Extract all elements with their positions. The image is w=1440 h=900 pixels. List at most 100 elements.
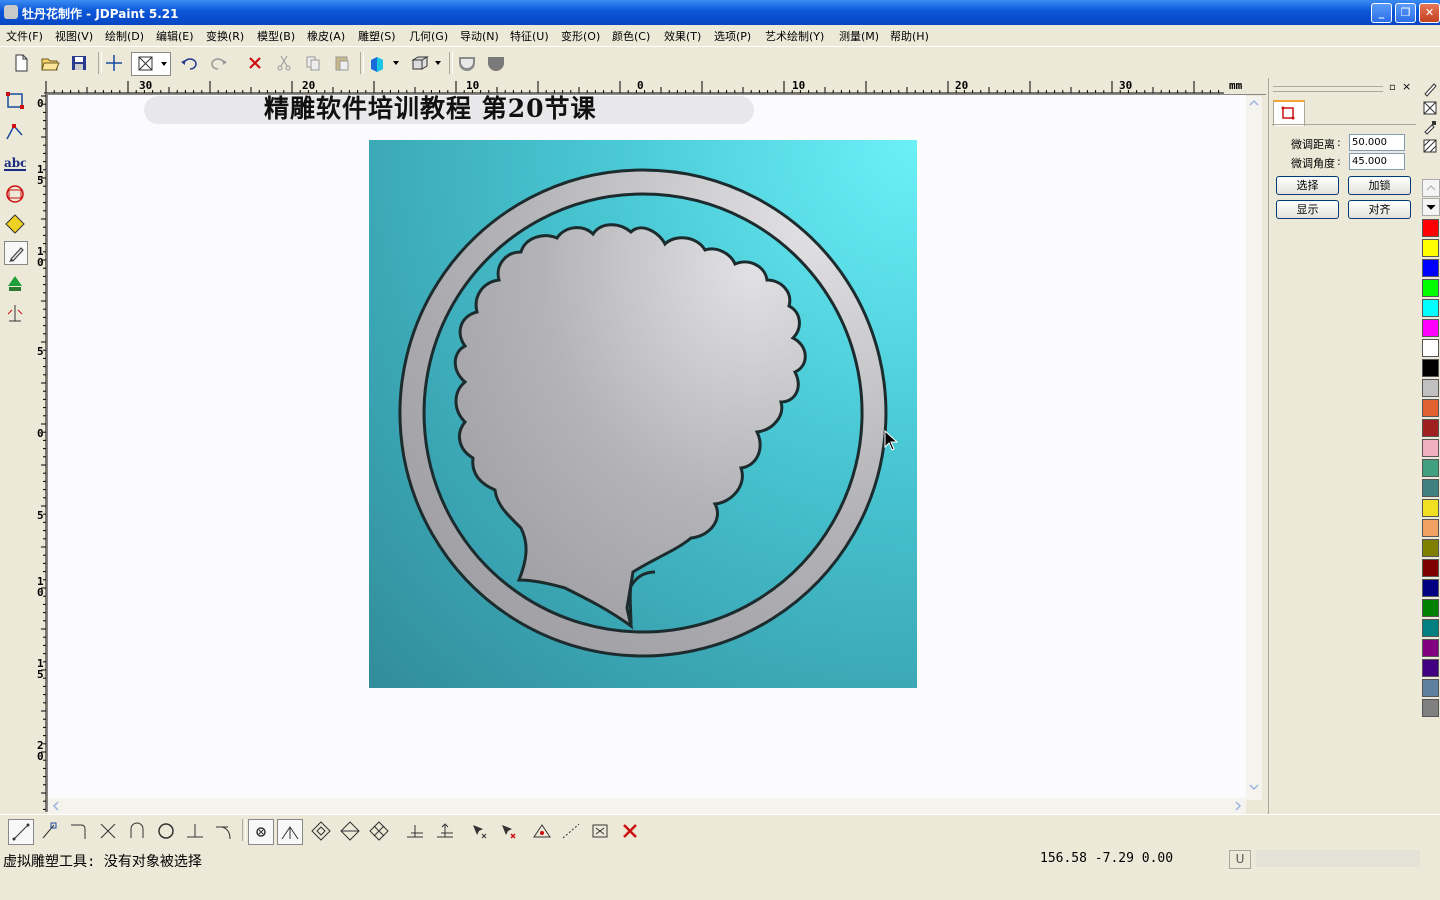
color-swatch[interactable] bbox=[1422, 379, 1439, 397]
pattern-fill-icon[interactable] bbox=[1422, 138, 1438, 154]
palette-scroll-up-icon[interactable] bbox=[1422, 179, 1440, 197]
panel-tab-sculpt[interactable] bbox=[1273, 100, 1305, 126]
relief-preview-image[interactable] bbox=[369, 140, 917, 688]
menu-effect[interactable]: 效果(T) bbox=[664, 28, 701, 44]
pick-remove-icon[interactable] bbox=[496, 819, 520, 843]
pick-add-icon[interactable] bbox=[467, 819, 491, 843]
snap-tangent-icon[interactable] bbox=[212, 819, 236, 843]
snap-extend-icon[interactable] bbox=[559, 819, 583, 843]
snap-diamond-3-icon[interactable] bbox=[367, 819, 391, 843]
cut-icon[interactable] bbox=[273, 52, 295, 74]
redo-icon[interactable] bbox=[208, 52, 230, 74]
color-swatch[interactable] bbox=[1422, 459, 1439, 477]
sculpt-diamond-icon[interactable] bbox=[4, 213, 26, 235]
measure-tool-icon[interactable] bbox=[4, 302, 26, 324]
snap-arc-icon[interactable] bbox=[125, 819, 149, 843]
snap-corner-icon[interactable] bbox=[66, 819, 90, 843]
box-select-icon[interactable] bbox=[131, 52, 171, 76]
menu-view[interactable]: 视图(V) bbox=[55, 28, 93, 44]
color-swatch[interactable] bbox=[1422, 279, 1439, 297]
save-icon[interactable] bbox=[68, 52, 90, 74]
snap-perpendicular-icon[interactable] bbox=[183, 819, 207, 843]
undo-icon[interactable] bbox=[178, 52, 200, 74]
menu-options[interactable]: 选项(P) bbox=[714, 28, 751, 44]
shade-icon[interactable] bbox=[367, 52, 401, 74]
close-button[interactable]: ✕ bbox=[1419, 3, 1440, 23]
minimize-button[interactable]: _ bbox=[1371, 3, 1392, 23]
node-edit-icon[interactable] bbox=[4, 121, 26, 143]
snap-clear-icon[interactable] bbox=[618, 819, 642, 843]
snap-line-icon[interactable] bbox=[8, 819, 34, 845]
menu-art-draw[interactable]: 艺术绘制(Y) bbox=[765, 28, 824, 44]
color-swatch[interactable] bbox=[1422, 659, 1439, 677]
color-swatch[interactable] bbox=[1422, 239, 1439, 257]
color-swatch[interactable] bbox=[1422, 439, 1439, 457]
text-tool-icon[interactable]: abc bbox=[4, 152, 27, 174]
menu-deform[interactable]: 变形(O) bbox=[561, 28, 600, 44]
menu-draw[interactable]: 绘制(D) bbox=[105, 28, 144, 44]
lock-button[interactable]: 加锁 bbox=[1348, 176, 1411, 195]
snap-grid-icon[interactable] bbox=[530, 819, 554, 843]
select-rect-icon[interactable] bbox=[4, 90, 26, 112]
menu-color[interactable]: 颜色(C) bbox=[612, 28, 650, 44]
fine-distance-input[interactable]: 50.000 bbox=[1349, 134, 1405, 151]
menu-file[interactable]: 文件(F) bbox=[6, 28, 43, 44]
snap-diamond-1-icon[interactable] bbox=[309, 819, 333, 843]
copy-icon[interactable] bbox=[302, 52, 324, 74]
menu-sculpt[interactable]: 雕塑(S) bbox=[358, 28, 396, 44]
panel-grip[interactable] bbox=[1273, 86, 1383, 92]
menu-eraser[interactable]: 橡皮(A) bbox=[307, 28, 345, 44]
snap-diamond-2-icon[interactable] bbox=[338, 819, 362, 843]
snap-center-icon[interactable] bbox=[248, 819, 274, 845]
snap-intersection-icon[interactable] bbox=[96, 819, 120, 843]
app-icon[interactable] bbox=[4, 5, 18, 19]
menu-measure[interactable]: 测量(M) bbox=[839, 28, 879, 44]
color-swatch[interactable] bbox=[1422, 539, 1439, 557]
restore-button[interactable]: ❐ bbox=[1395, 3, 1416, 23]
snap-endpoint-icon[interactable] bbox=[38, 819, 62, 843]
color-swatch[interactable] bbox=[1422, 479, 1439, 497]
snap-layer-2-icon[interactable] bbox=[433, 819, 457, 843]
no-color-icon[interactable] bbox=[1422, 100, 1438, 116]
menu-edit[interactable]: 编辑(E) bbox=[156, 28, 194, 44]
color-swatch[interactable] bbox=[1422, 599, 1439, 617]
menu-feature[interactable]: 特征(U) bbox=[510, 28, 549, 44]
shape-tool-icon[interactable] bbox=[4, 183, 26, 205]
menu-model[interactable]: 模型(B) bbox=[257, 28, 295, 44]
fine-angle-input[interactable]: 45.000 bbox=[1349, 153, 1405, 170]
shield-left-icon[interactable] bbox=[456, 52, 478, 74]
snap-layer-1-icon[interactable] bbox=[403, 819, 427, 843]
color-swatch[interactable] bbox=[1422, 639, 1439, 657]
new-icon[interactable] bbox=[10, 52, 32, 74]
menu-geometry[interactable]: 几何(G) bbox=[409, 28, 448, 44]
color-swatch[interactable] bbox=[1422, 679, 1439, 697]
virtual-sculpt-icon[interactable] bbox=[4, 241, 28, 265]
palette-scroll-down-icon[interactable] bbox=[1422, 198, 1440, 216]
show-button[interactable]: 显示 bbox=[1276, 200, 1339, 219]
color-swatch[interactable] bbox=[1422, 619, 1439, 637]
snap-filter-icon[interactable] bbox=[588, 819, 612, 843]
color-swatch[interactable] bbox=[1422, 419, 1439, 437]
vertical-scrollbar[interactable] bbox=[1246, 96, 1262, 800]
menu-help[interactable]: 帮助(H) bbox=[890, 28, 929, 44]
color-swatch[interactable] bbox=[1422, 319, 1439, 337]
color-swatch[interactable] bbox=[1422, 579, 1439, 597]
color-swatch[interactable] bbox=[1422, 559, 1439, 577]
horizontal-scrollbar[interactable] bbox=[48, 798, 1246, 814]
color-swatch[interactable] bbox=[1422, 339, 1439, 357]
color-swatch[interactable] bbox=[1422, 699, 1439, 717]
color-swatch[interactable] bbox=[1422, 299, 1439, 317]
color-swatch[interactable] bbox=[1422, 259, 1439, 277]
color-swatch[interactable] bbox=[1422, 219, 1439, 237]
delete-icon[interactable] bbox=[244, 52, 266, 74]
paste-icon[interactable] bbox=[331, 52, 353, 74]
fill-green-icon[interactable] bbox=[4, 272, 26, 294]
align-button[interactable]: 对齐 bbox=[1348, 200, 1411, 219]
crosshair-icon[interactable] bbox=[103, 52, 125, 74]
view-cube-icon[interactable] bbox=[409, 52, 443, 74]
menu-sweep[interactable]: 导动(N) bbox=[460, 28, 499, 44]
snap-circle-icon[interactable] bbox=[154, 819, 178, 843]
panel-close-button[interactable]: × bbox=[1402, 81, 1412, 92]
eyedropper-icon[interactable] bbox=[1422, 119, 1438, 135]
snap-angle-icon[interactable] bbox=[277, 819, 303, 845]
